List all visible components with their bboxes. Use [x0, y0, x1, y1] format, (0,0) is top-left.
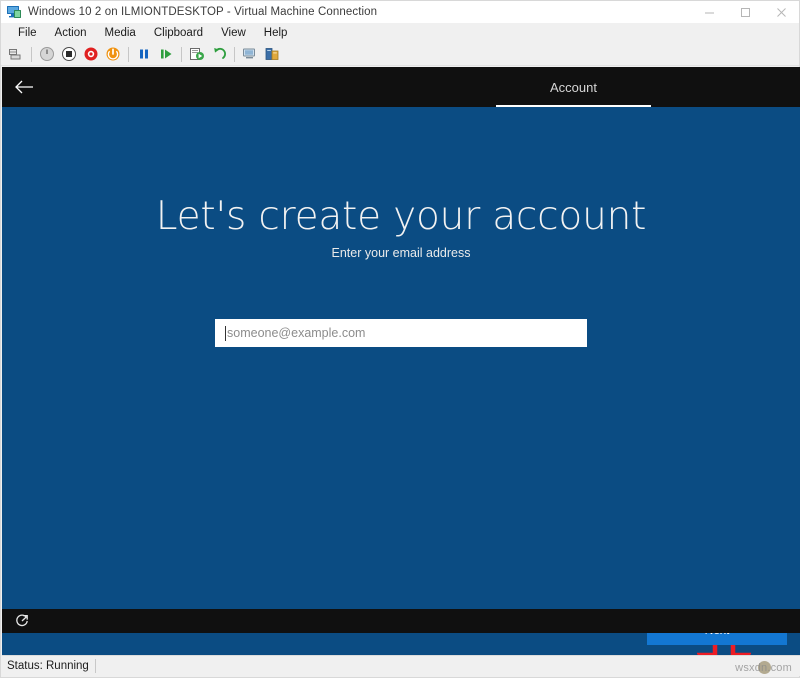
email-field-placeholder: someone@example.com — [227, 326, 365, 340]
close-icon[interactable] — [763, 1, 799, 23]
text-caret — [225, 326, 226, 341]
menu-item-clipboard[interactable]: Clipboard — [145, 25, 212, 41]
menu-item-file[interactable]: File — [9, 25, 46, 41]
status-text: Status: Running — [2, 660, 95, 672]
minimize-icon[interactable] — [691, 1, 727, 23]
tab-account-label: Account — [550, 80, 597, 95]
toolbar — [1, 43, 799, 66]
virtual-machine-connection-window: Windows 10 2 on ILMIONTDESKTOP - Virtual… — [0, 0, 800, 678]
menubar: File Action Media Clipboard View Help — [1, 23, 799, 43]
toolbar-separator — [128, 47, 129, 62]
status-divider — [95, 659, 96, 673]
statusbar: Status: Running wsxdn.com — [2, 655, 800, 676]
pause-icon[interactable] — [134, 44, 154, 64]
reset-icon[interactable] — [81, 44, 101, 64]
share-icon[interactable] — [262, 44, 282, 64]
toolbar-separator — [31, 47, 32, 62]
window-title: Windows 10 2 on ILMIONTDESKTOP - Virtual… — [28, 6, 377, 18]
tab-account[interactable]: Account — [496, 67, 651, 107]
shutdown-icon[interactable] — [37, 44, 57, 64]
titlebar: Windows 10 2 on ILMIONTDESKTOP - Virtual… — [1, 1, 799, 23]
watermark: wsxdn.com — [735, 662, 792, 674]
start-icon[interactable] — [103, 44, 123, 64]
email-field[interactable]: someone@example.com — [215, 319, 587, 347]
oobe-bottombar — [2, 609, 800, 633]
menu-item-action[interactable]: Action — [46, 25, 96, 41]
back-arrow-icon[interactable] — [2, 67, 46, 107]
oobe-topbar: Account — [2, 67, 800, 107]
resume-icon[interactable] — [156, 44, 176, 64]
menu-item-media[interactable]: Media — [96, 25, 145, 41]
page-subtitle: Enter your email address — [2, 246, 800, 260]
ctrl-alt-delete-icon[interactable] — [6, 44, 26, 64]
enhanced-session-icon[interactable] — [240, 44, 260, 64]
checkpoint-icon[interactable] — [187, 44, 207, 64]
oobe-body: Let's create your account Enter your ema… — [2, 107, 800, 633]
turn-off-icon[interactable] — [59, 44, 79, 64]
virtual-machine-icon — [6, 4, 22, 20]
menu-item-view[interactable]: View — [212, 25, 255, 41]
page-title: Let's create your account — [2, 194, 800, 239]
ease-of-access-icon[interactable] — [6, 609, 38, 633]
vm-screen[interactable]: Account Let's create your account Enter … — [2, 67, 800, 657]
window-controls — [691, 1, 799, 23]
revert-icon[interactable] — [209, 44, 229, 64]
toolbar-separator — [181, 47, 182, 62]
maximize-icon[interactable] — [727, 1, 763, 23]
menu-item-help[interactable]: Help — [255, 25, 297, 41]
toolbar-separator — [234, 47, 235, 62]
